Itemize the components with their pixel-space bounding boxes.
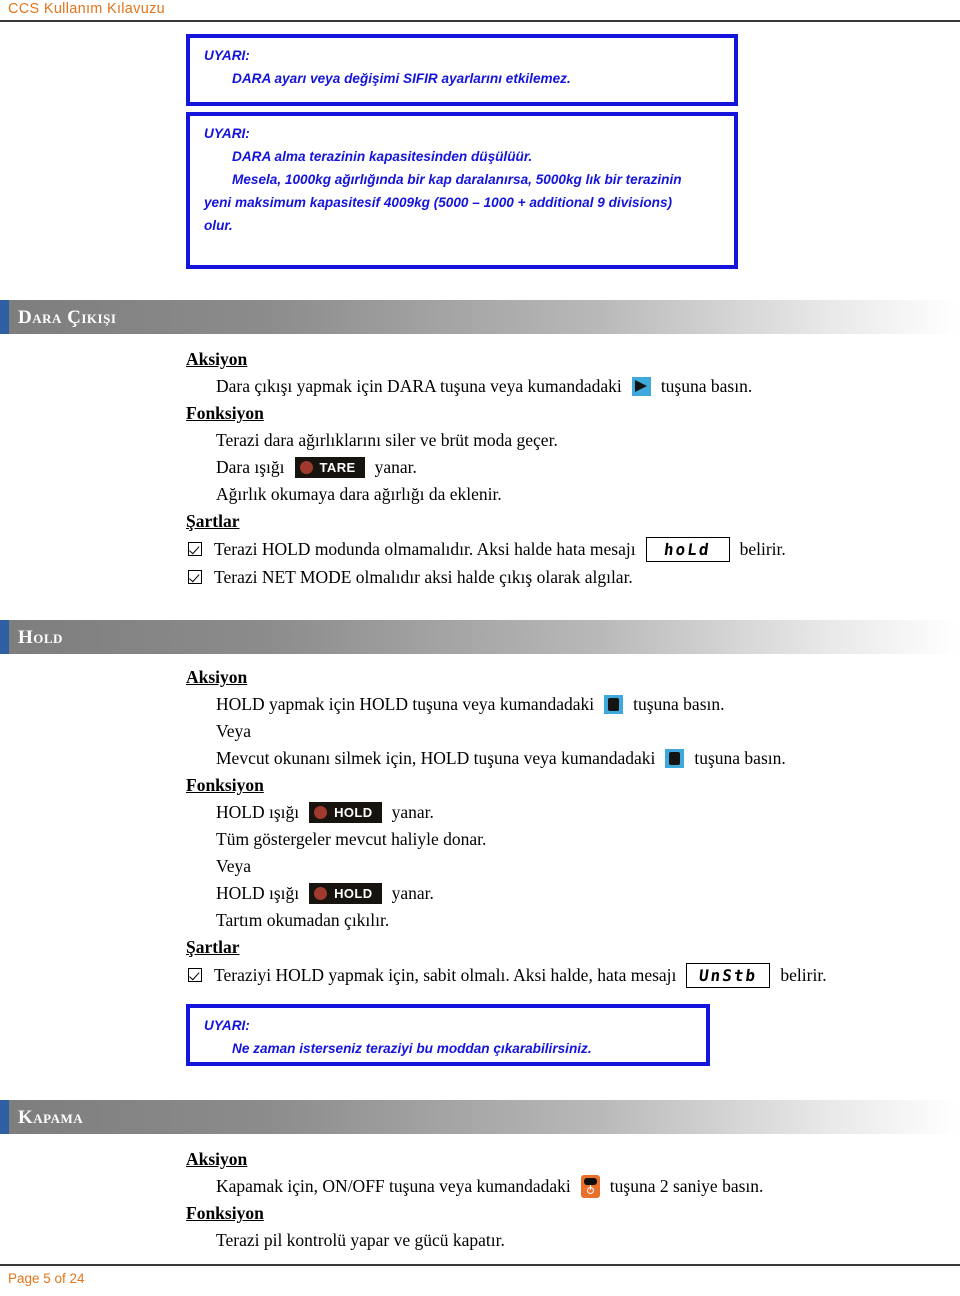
warning-box-capacity: UYARI: DARA alma terazinin kapasitesinde…: [186, 112, 738, 269]
fonksiyon-heading: Fonksiyon: [186, 775, 264, 795]
condition-text-after: belirir.: [739, 538, 786, 559]
lcd-text: hoLd: [663, 539, 713, 559]
aksiyon-text-after: tuşuna basın.: [694, 748, 786, 768]
aksiyon-text-after: tuşuna basın.: [633, 694, 725, 714]
checkbox-checked-icon: [188, 570, 202, 584]
warning-body: DARA ayarı veya değişimi SIFIR ayarların…: [190, 67, 734, 96]
checkbox-checked-icon: [188, 968, 202, 982]
aksiyon-paragraph: HOLD yapmak için HOLD tuşuna veya kumand…: [186, 691, 946, 718]
lcd-text: UnStb: [698, 965, 759, 985]
warning-label: UYARI:: [204, 1018, 250, 1033]
veya-line: Veya: [216, 721, 251, 741]
warning-line: Ne zaman isterseniz teraziyi bu moddan ç…: [232, 1041, 592, 1056]
page-number: Page 5 of 24: [8, 1271, 85, 1286]
section-accent-marker: [0, 300, 9, 334]
section-accent-marker: [0, 1100, 9, 1134]
fonksiyon-text-before: HOLD ışığı: [216, 802, 300, 822]
checkbox-checked-icon: [188, 542, 202, 556]
remote-arrow-key-icon: [631, 377, 651, 396]
footer-divider: [0, 1264, 960, 1266]
remote-hold-key-icon: [665, 749, 685, 768]
aksiyon-text-after: tuşuna basın.: [660, 376, 753, 396]
section-content-kapama: Aksiyon Kapamak için, ON/OFF tuşuna veya…: [186, 1146, 946, 1254]
power-symbol-icon: [586, 1185, 594, 1194]
condition-item: Terazi NET MODE olmalıdır aksi halde çık…: [186, 563, 946, 591]
lamp-dot-icon: [314, 806, 328, 819]
section-content-dara-cikisi: Aksiyon Dara çıkışı yapmak için DARA tuş…: [186, 346, 946, 591]
condition-text-before: Terazi HOLD modunda olmamalıdır. Aksi ha…: [214, 538, 636, 559]
fonksiyon-line-hold-lamp: HOLD ışığı HOLD yanar.: [186, 799, 946, 826]
fonksiyon-text-before: Dara ışığı: [216, 457, 285, 477]
lamp-label: HOLD: [334, 805, 373, 820]
aksiyon-text-after: tuşuna 2 saniye basın.: [609, 1176, 764, 1196]
lcd-message-hold: hoLd: [645, 536, 730, 562]
warning-label: UYARI:: [204, 126, 250, 141]
aksiyon-text-before: Kapamak için, ON/OFF tuşuna veya kumanda…: [216, 1176, 571, 1196]
lamp-dot-icon: [299, 461, 313, 474]
page-header: CCS Kullanım Kılavuzu: [0, 0, 960, 22]
fonksiyon-line: Tüm göstergeler mevcut haliyle donar.: [216, 829, 487, 849]
lamp-label: TARE: [319, 460, 356, 475]
sartlar-heading: Şartlar: [186, 937, 240, 957]
remote-hold-key-icon: [604, 695, 624, 714]
aksiyon-text-before: Dara çıkışı yapmak için DARA tuşuna veya…: [216, 376, 622, 396]
section-title: Dara Çıkışı: [18, 307, 117, 328]
fonksiyon-line: Tartım okumadan çıkılır.: [216, 910, 390, 930]
section-title: Hold: [18, 627, 63, 648]
aksiyon-heading: Aksiyon: [186, 667, 248, 687]
section-header-kapama: Kapama: [0, 1100, 960, 1134]
condition-text-before: Terazi NET MODE olmalıdır aksi halde çık…: [214, 566, 633, 587]
warning-line: yeni maksimum kapasitesif 4009kg (5000 –…: [204, 195, 673, 210]
veya-line: Veya: [216, 856, 251, 876]
condition-text-before: Teraziyi HOLD yapmak için, sabit olmalı.…: [214, 964, 677, 985]
warning-body: DARA alma terazinin kapasitesinden düşül…: [190, 145, 734, 243]
warning-box-tare-zero: UYARI: DARA ayarı veya değişimi SIFIR ay…: [186, 34, 738, 106]
fonksiyon-line-tare-lamp: Dara ışığı TARE yanar.: [186, 454, 946, 481]
hold-indicator-lamp: HOLD: [309, 883, 382, 904]
aksiyon-paragraph-alt: Mevcut okunanı silmek için, HOLD tuşuna …: [186, 745, 946, 772]
sartlar-heading: Şartlar: [186, 511, 240, 531]
fonksiyon-heading: Fonksiyon: [186, 403, 264, 423]
warning-body: Ne zaman isterseniz teraziyi bu moddan ç…: [190, 1037, 706, 1066]
condition-item: Terazi HOLD modunda olmamalıdır. Aksi ha…: [186, 535, 946, 563]
condition-text-after: belirir.: [780, 964, 827, 985]
header-title: CCS Kullanım Kılavuzu: [8, 1, 165, 17]
aksiyon-paragraph: Kapamak için, ON/OFF tuşuna veya kumanda…: [186, 1173, 946, 1200]
section-header-hold: Hold: [0, 620, 960, 654]
section-accent-marker: [0, 620, 9, 654]
fonksiyon-heading: Fonksiyon: [186, 1203, 264, 1223]
lcd-message-unstable: UnStb: [686, 962, 771, 988]
tare-indicator-lamp: TARE: [294, 457, 365, 478]
header-divider: [0, 20, 960, 22]
aksiyon-heading: Aksiyon: [186, 1149, 248, 1169]
condition-item: Teraziyi HOLD yapmak için, sabit olmalı.…: [186, 961, 946, 989]
aksiyon-paragraph: Dara çıkışı yapmak için DARA tuşuna veya…: [186, 373, 946, 400]
fonksiyon-text-before: HOLD ışığı: [216, 883, 300, 903]
warning-line: DARA alma terazinin kapasitesinden düşül…: [232, 149, 533, 164]
warning-line: Mesela, 1000kg ağırlığında bir kap daral…: [232, 172, 682, 187]
section-content-hold: Aksiyon HOLD yapmak için HOLD tuşuna vey…: [186, 664, 946, 989]
aksiyon-text-before: Mevcut okunanı silmek için, HOLD tuşuna …: [216, 748, 656, 768]
power-key-cap: [583, 1177, 597, 1185]
warning-line: olur.: [204, 218, 233, 233]
fonksiyon-text-after: yanar.: [391, 802, 434, 822]
warning-line: DARA ayarı veya değişimi SIFIR ayarların…: [232, 71, 571, 86]
hold-indicator-lamp: HOLD: [309, 802, 382, 823]
aksiyon-text-before: HOLD yapmak için HOLD tuşuna veya kumand…: [216, 694, 595, 714]
section-header-dara-cikisi: Dara Çıkışı: [0, 300, 960, 334]
lamp-label: HOLD: [334, 886, 373, 901]
fonksiyon-line: Terazi dara ağırlıklarını siler ve brüt …: [216, 430, 558, 450]
aksiyon-heading: Aksiyon: [186, 349, 248, 369]
section-title: Kapama: [18, 1107, 84, 1128]
remote-power-key-icon: [580, 1175, 600, 1198]
fonksiyon-line: Ağırlık okumaya dara ağırlığı da eklenir…: [216, 484, 502, 504]
warning-label: UYARI:: [204, 48, 250, 63]
fonksiyon-line-hold-lamp-2: HOLD ışığı HOLD yanar.: [186, 880, 946, 907]
fonksiyon-text-after: yanar.: [374, 457, 417, 477]
lamp-dot-icon: [314, 887, 328, 900]
fonksiyon-line: Terazi pil kontrolü yapar ve gücü kapatı…: [216, 1230, 505, 1250]
warning-box-exit-hold: UYARI: Ne zaman isterseniz teraziyi bu m…: [186, 1004, 710, 1066]
fonksiyon-text-after: yanar.: [391, 883, 434, 903]
